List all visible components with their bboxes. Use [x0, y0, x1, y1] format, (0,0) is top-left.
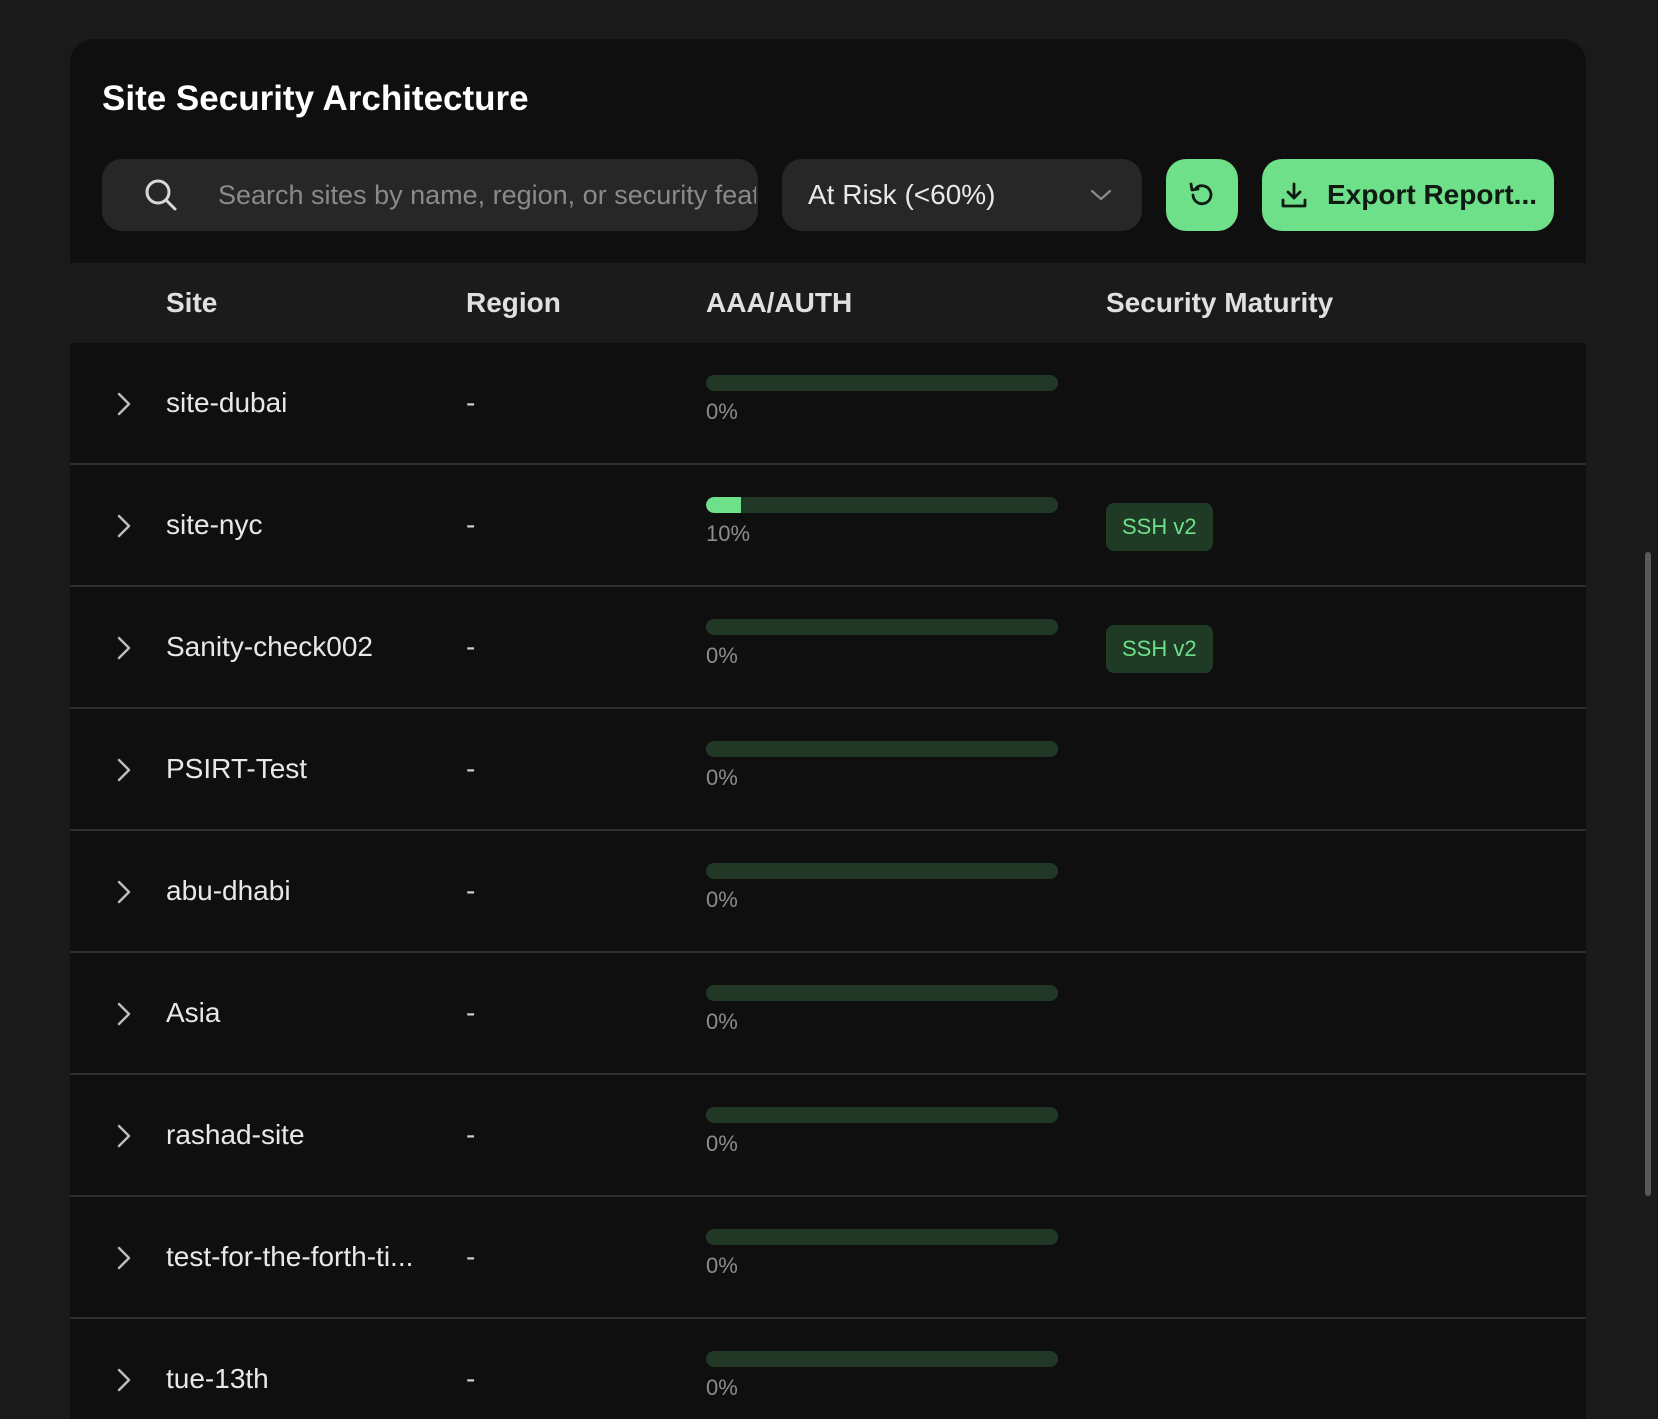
aaa-percent-label: 0%: [706, 1009, 738, 1034]
chevron-right-icon[interactable]: [114, 391, 134, 417]
aaa-progress-bar: [706, 1107, 1058, 1123]
site-security-card: Site Security Architecture At Risk (<60%…: [70, 39, 1586, 1419]
table-header: Site Region AAA/AUTH Security Maturity: [70, 263, 1586, 343]
region-value: -: [466, 1363, 476, 1394]
column-header-site[interactable]: Site: [166, 263, 217, 343]
chevron-right-icon[interactable]: [114, 757, 134, 783]
risk-filter-select[interactable]: At Risk (<60%): [782, 159, 1142, 231]
maturity-badge: SSH v2: [1106, 503, 1213, 551]
site-name: tue-13th: [166, 1363, 269, 1394]
region-value: -: [466, 1241, 476, 1272]
chevron-right-icon[interactable]: [114, 635, 134, 661]
region-value: -: [466, 1119, 476, 1150]
aaa-percent-label: 0%: [706, 1375, 738, 1400]
export-report-button[interactable]: Export Report...: [1262, 159, 1554, 231]
aaa-percent-label: 0%: [706, 887, 738, 912]
page-title: Site Security Architecture: [102, 79, 529, 118]
site-name: test-for-the-forth-ti...: [166, 1241, 414, 1272]
table-row[interactable]: PSIRT-Test - 0%: [70, 709, 1586, 831]
export-report-label: Export Report...: [1326, 179, 1537, 210]
aaa-progress-bar: [706, 375, 1058, 391]
download-icon: [1281, 182, 1307, 208]
chevron-right-icon[interactable]: [114, 1001, 134, 1027]
table-row[interactable]: site-dubai - 0%: [70, 343, 1586, 465]
region-value: -: [466, 875, 476, 906]
aaa-percent-label: 0%: [706, 1131, 738, 1156]
refresh-button[interactable]: [1166, 159, 1238, 231]
aaa-progress-fill: [706, 497, 742, 513]
maturity-badge: SSH v2: [1106, 625, 1213, 673]
refresh-icon: [1189, 182, 1213, 206]
aaa-percent-label: 0%: [706, 399, 738, 424]
chevron-right-icon[interactable]: [114, 1367, 134, 1393]
aaa-progress-bar: [706, 741, 1058, 757]
chevron-right-icon[interactable]: [114, 513, 134, 539]
chevron-right-icon[interactable]: [114, 1245, 134, 1271]
column-header-aaa-auth[interactable]: AAA/AUTH: [706, 263, 852, 343]
column-header-security-maturity[interactable]: Security Maturity: [1106, 263, 1333, 343]
region-value: -: [466, 997, 476, 1028]
region-value: -: [466, 631, 476, 662]
aaa-progress-bar: [706, 863, 1058, 879]
table-row[interactable]: Asia - 0%: [70, 953, 1586, 1075]
site-name: abu-dhabi: [166, 875, 291, 906]
chevron-right-icon[interactable]: [114, 879, 134, 905]
aaa-progress-bar: [706, 1229, 1058, 1245]
aaa-progress-bar: [706, 497, 1058, 513]
site-name: Sanity-check002: [166, 631, 374, 662]
risk-filter-value: At Risk (<60%): [808, 179, 996, 210]
table-row[interactable]: abu-dhabi - 0%: [70, 831, 1586, 953]
table-row[interactable]: Sanity-check002 - 0% SSH v2: [70, 587, 1586, 709]
search-bar[interactable]: [102, 159, 758, 231]
aaa-percent-label: 0%: [706, 1253, 738, 1278]
column-header-region[interactable]: Region: [466, 263, 561, 343]
table-row[interactable]: rashad-site - 0%: [70, 1075, 1586, 1197]
site-name: site-dubai: [166, 387, 288, 418]
scrollbar-thumb[interactable]: [1645, 552, 1651, 1196]
region-value: -: [466, 387, 476, 418]
search-input[interactable]: [216, 178, 758, 212]
site-name: rashad-site: [166, 1119, 305, 1150]
chevron-right-icon[interactable]: [114, 1123, 134, 1149]
aaa-progress-bar: [706, 1351, 1058, 1367]
table-row[interactable]: test-for-the-forth-ti... - 0%: [70, 1197, 1586, 1319]
aaa-percent-label: 10%: [706, 521, 751, 546]
table-row[interactable]: site-nyc - 10% SSH v2: [70, 465, 1586, 587]
site-name: Asia: [166, 997, 221, 1028]
region-value: -: [466, 753, 476, 784]
aaa-percent-label: 0%: [706, 765, 738, 790]
site-name: PSIRT-Test: [166, 753, 308, 784]
site-name: site-nyc: [166, 509, 263, 540]
table-row[interactable]: tue-13th - 0%: [70, 1319, 1586, 1419]
table-body: site-dubai -0% site-nyc -10% SSH v2 Sanity-ch…: [70, 343, 1586, 1419]
search-icon: [145, 179, 177, 211]
aaa-percent-label: 0%: [706, 643, 738, 668]
aaa-progress-bar: [706, 619, 1058, 635]
chevron-down-icon: [1090, 189, 1112, 201]
region-value: -: [466, 509, 476, 540]
aaa-progress-bar: [706, 985, 1058, 1001]
